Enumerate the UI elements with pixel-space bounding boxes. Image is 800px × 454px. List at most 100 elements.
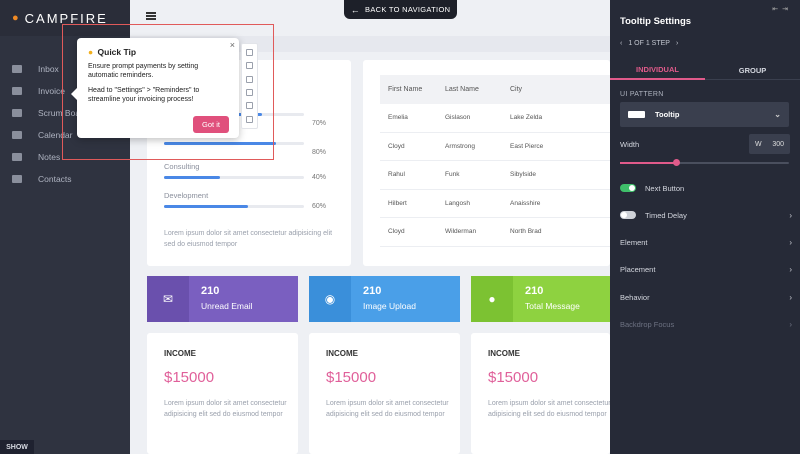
- column-header[interactable]: First Name: [380, 86, 445, 93]
- progress-fill: [164, 205, 248, 208]
- stat-card-image-upload[interactable]: ◉ 210 Image Upload: [309, 276, 460, 322]
- table-cell: Anaisshire: [510, 199, 541, 207]
- table-cell: Gislason: [445, 114, 471, 122]
- backdrop-focus-label: Backdrop Focus: [620, 319, 675, 329]
- quick-tip-tooltip: ● Quick Tip × Ensure prompt payments by …: [71, 38, 239, 138]
- chevron-down-icon: ⌄: [774, 110, 781, 119]
- sidebar-item-contacts[interactable]: Contacts: [0, 168, 130, 190]
- step-next-icon[interactable]: ›: [676, 40, 678, 47]
- table-cell: Lake Zelda: [510, 114, 543, 122]
- email-icon: ✉: [147, 276, 189, 322]
- got-it-button[interactable]: Got it: [193, 116, 229, 133]
- chat-bubble-icon: ●: [471, 276, 513, 322]
- chevron-right-icon: ›: [789, 319, 792, 329]
- table-cell: Wilderman: [445, 228, 477, 236]
- chevron-right-icon: ›: [789, 264, 792, 274]
- progress-description: Lorem ipsum dolor sit amet consectetur a…: [164, 230, 333, 248]
- element-label: Element: [620, 237, 648, 247]
- timed-delay-row[interactable]: Timed Delay ›: [620, 208, 792, 222]
- timed-delay-label: Timed Delay: [645, 210, 687, 220]
- tooltip-toolbar: [241, 43, 258, 129]
- width-input[interactable]: W 300: [749, 134, 790, 154]
- arrow-left-icon: ←: [350, 4, 361, 15]
- ui-pattern-label: UI PATTERN: [620, 91, 664, 98]
- step-prev-icon[interactable]: ‹: [620, 40, 622, 47]
- table-row[interactable]: Hilbert Langosh Anaisshire: [380, 190, 610, 218]
- placement-label: Placement: [620, 264, 656, 274]
- backdrop-focus-row[interactable]: Backdrop Focus ›: [620, 317, 792, 331]
- table-cell: Armstrong: [445, 142, 475, 150]
- chevron-right-icon: ›: [789, 237, 792, 247]
- progress-value: 40%: [311, 174, 326, 181]
- income-amount: $15000: [326, 369, 377, 386]
- progress-label: Development: [164, 191, 209, 200]
- table-cell: Emelia: [388, 114, 408, 122]
- sidebar-item-label: Invoice: [38, 86, 65, 96]
- settings-title: Tooltip Settings: [620, 16, 692, 27]
- lightbulb-icon: ●: [88, 47, 94, 57]
- progress-row: Development 60%: [164, 191, 326, 210]
- table-cell: North Brad: [510, 228, 542, 236]
- timed-delay-toggle[interactable]: [620, 211, 636, 219]
- table-row[interactable]: Emelia Gislason Lake Zelda: [380, 104, 610, 133]
- column-header[interactable]: City: [510, 86, 610, 93]
- flame-icon: ●: [12, 12, 21, 24]
- progress-fill: [164, 176, 220, 179]
- table-cell: Funk: [445, 171, 460, 179]
- sidebar-item-label: Notes: [38, 152, 61, 162]
- contacts-icon: [12, 175, 22, 183]
- table-cell: Sibylside: [510, 171, 537, 179]
- slider-knob[interactable]: [672, 159, 680, 166]
- progress-track: [164, 205, 304, 208]
- copy-icon[interactable]: [246, 62, 253, 70]
- income-card: INCOME $15000 Lorem ipsum dolor sit amet…: [147, 333, 298, 454]
- stat-label: Total Message: [525, 301, 580, 311]
- table-row[interactable]: Rahul Funk Sibylside: [380, 161, 610, 190]
- close-icon[interactable]: ×: [230, 40, 235, 50]
- income-title: INCOME: [164, 349, 196, 358]
- placement-row[interactable]: Placement ›: [620, 262, 792, 276]
- trash-icon[interactable]: [246, 49, 253, 57]
- behavior-row[interactable]: Behavior ›: [620, 290, 792, 304]
- step-counter: 1 OF 1 STEP: [628, 40, 670, 47]
- ui-pattern-value: Tooltip: [655, 110, 680, 119]
- next-button-row[interactable]: Next Button: [620, 181, 792, 195]
- table-card: First Name Last Name City Emelia Gislaso…: [363, 60, 610, 266]
- bookmark-icon[interactable]: [246, 102, 253, 110]
- tooltip-body-line: Ensure prompt payments by setting automa…: [88, 63, 199, 79]
- table-row[interactable]: Cloyd Armstrong East Pierce: [380, 133, 610, 161]
- show-button[interactable]: SHOW: [0, 440, 34, 454]
- filter-icon[interactable]: [246, 75, 253, 83]
- mail-icon: [12, 65, 22, 73]
- tooltip-pattern-icon: [628, 111, 645, 118]
- stat-label: Unread Email: [201, 301, 253, 311]
- palette-icon[interactable]: [246, 89, 253, 97]
- ui-pattern-select[interactable]: Tooltip ⌄: [620, 102, 789, 127]
- tab-individual[interactable]: INDIVIDUAL: [610, 60, 705, 80]
- progress-value: 60%: [311, 203, 326, 210]
- stat-label: Image Upload: [363, 301, 416, 311]
- table-row[interactable]: Cloyd Wilderman North Brad: [380, 218, 610, 247]
- tab-group[interactable]: GROUP: [705, 60, 800, 80]
- stat-card-unread-email[interactable]: ✉ 210 Unread Email: [147, 276, 298, 322]
- width-slider[interactable]: [620, 159, 789, 166]
- back-to-navigation-label: BACK TO NAVIGATION: [365, 5, 451, 14]
- column-header[interactable]: Last Name: [445, 86, 510, 93]
- chevron-right-icon: ›: [789, 210, 792, 220]
- income-amount: $15000: [488, 369, 539, 386]
- back-to-navigation-button[interactable]: ← BACK TO NAVIGATION: [344, 0, 457, 19]
- behavior-label: Behavior: [620, 292, 650, 302]
- next-button-toggle[interactable]: [620, 184, 636, 192]
- hamburger-menu-icon[interactable]: [146, 12, 156, 20]
- element-row[interactable]: Element ›: [620, 235, 792, 249]
- progress-label: Consulting: [164, 162, 200, 171]
- table-cell: Cloyd: [388, 228, 405, 236]
- tooltip-body-line: Head to "Settings" > "Reminders" to stre…: [88, 87, 200, 103]
- income-description: Lorem ipsum dolor sit amet consectetur a…: [488, 400, 611, 418]
- table-cell: Rahul: [388, 171, 405, 179]
- target-icon[interactable]: [246, 115, 253, 123]
- panel-window-controls-icon[interactable]: ⇤⇥: [772, 5, 792, 13]
- progress-row: Consulting 40%: [164, 162, 326, 181]
- next-button-label: Next Button: [645, 183, 685, 193]
- stat-card-total-message[interactable]: ● 210 Total Message: [471, 276, 610, 322]
